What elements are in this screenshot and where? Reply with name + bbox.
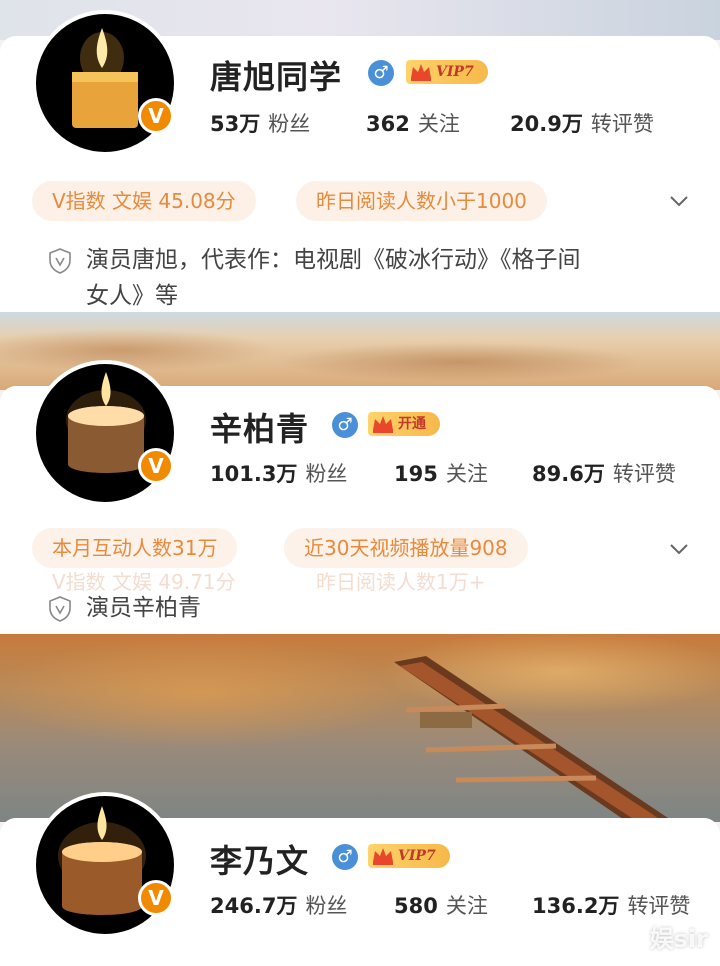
follow-label: 关注 xyxy=(445,894,488,918)
likes-label: 转评赞 xyxy=(612,462,676,486)
likes-label: 转评赞 xyxy=(627,894,691,918)
likes-stat[interactable]: 20.9万 转评赞 xyxy=(510,108,654,138)
likes-count: 20.9万 xyxy=(510,112,583,136)
chevron-down-icon[interactable] xyxy=(668,538,690,560)
verified-badge-icon: V xyxy=(138,448,174,484)
male-gender-icon: ♂ xyxy=(332,844,358,870)
likes-stat[interactable]: 136.2万 转评赞 xyxy=(532,890,690,920)
fans-stat[interactable]: 53万 粉丝 xyxy=(210,108,310,138)
follow-label: 关注 xyxy=(417,112,460,136)
verified-shield-icon xyxy=(49,596,71,622)
avatar[interactable] xyxy=(32,792,178,938)
video-views-chip[interactable]: 近30天视频播放量908 xyxy=(284,528,528,568)
profile-name: 辛柏青 xyxy=(210,410,310,448)
follow-stat[interactable]: 580 关注 xyxy=(394,890,488,920)
fans-count: 101.3万 xyxy=(210,462,298,486)
chevron-down-icon[interactable] xyxy=(668,190,690,212)
vip-badge[interactable]: VIP7 xyxy=(406,60,488,84)
fans-stat[interactable]: 246.7万 粉丝 xyxy=(210,890,347,920)
profile-card-3[interactable]: V 李乃文 ♂ VIP7 246.7万 粉丝 580 关注 136.2万 转评赞 娱s… xyxy=(0,792,720,966)
profile-card-2[interactable]: V 辛柏青 ♂ 开通 101.3万 粉丝 195 关注 89.6万 转评赞 V指数 文… xyxy=(0,360,720,634)
vip-badge[interactable]: VIP7 xyxy=(368,844,450,868)
likes-label: 转评赞 xyxy=(590,112,654,136)
profile-card-1[interactable]: V 唐旭同学 ♂ VIP7 53万 粉丝 362 关注 20.9万 转评赞 V指数 文… xyxy=(0,10,720,312)
crown-icon xyxy=(373,416,393,433)
verified-badge-icon: V xyxy=(138,98,174,134)
fans-label: 粉丝 xyxy=(268,112,311,136)
monthly-interaction-chip[interactable]: 本月互动人数31万 xyxy=(32,528,238,568)
crown-icon xyxy=(411,64,431,81)
vip-label: VIP7 xyxy=(436,64,474,80)
bio-line-1: 演员辛柏青 xyxy=(86,595,201,621)
fans-label: 粉丝 xyxy=(305,462,348,486)
v-index-chip[interactable]: V指数 文娱 45.08分 xyxy=(32,181,256,221)
avatar[interactable] xyxy=(32,360,178,506)
avatar[interactable] xyxy=(32,10,178,156)
follow-stat[interactable]: 362 关注 xyxy=(366,108,460,138)
male-gender-icon: ♂ xyxy=(368,60,394,86)
reading-count-chip[interactable]: 昨日阅读人数小于1000 xyxy=(296,181,547,221)
fans-count: 53万 xyxy=(210,112,261,136)
likes-count: 136.2万 xyxy=(532,894,620,918)
vip-open-badge[interactable]: 开通 xyxy=(368,412,440,436)
profile-name: 李乃文 xyxy=(210,842,310,880)
follow-count: 362 xyxy=(366,112,410,136)
boat-image xyxy=(394,656,671,822)
fans-count: 246.7万 xyxy=(210,894,298,918)
follow-count: 195 xyxy=(394,462,438,486)
follow-stat[interactable]: 195 关注 xyxy=(394,458,488,488)
male-gender-icon: ♂ xyxy=(332,412,358,438)
likes-count: 89.6万 xyxy=(532,462,605,486)
fans-label: 粉丝 xyxy=(305,894,348,918)
crown-icon xyxy=(373,848,393,865)
follow-label: 关注 xyxy=(445,462,488,486)
verified-shield-icon xyxy=(49,248,71,274)
vip-label: 开通 xyxy=(398,416,426,432)
watermark: 娱sir xyxy=(649,925,708,953)
profile-name: 唐旭同学 xyxy=(210,58,343,96)
fans-stat[interactable]: 101.3万 粉丝 xyxy=(210,458,347,488)
follow-count: 580 xyxy=(394,894,438,918)
bio-line-2: 女人》等 xyxy=(86,283,178,309)
vip-label: VIP7 xyxy=(398,848,436,864)
verified-badge-icon: V xyxy=(138,880,174,916)
likes-stat[interactable]: 89.6万 转评赞 xyxy=(532,458,676,488)
bio-line-1: 演员唐旭，代表作：电视剧《破冰行动》《格子间 xyxy=(86,247,581,273)
